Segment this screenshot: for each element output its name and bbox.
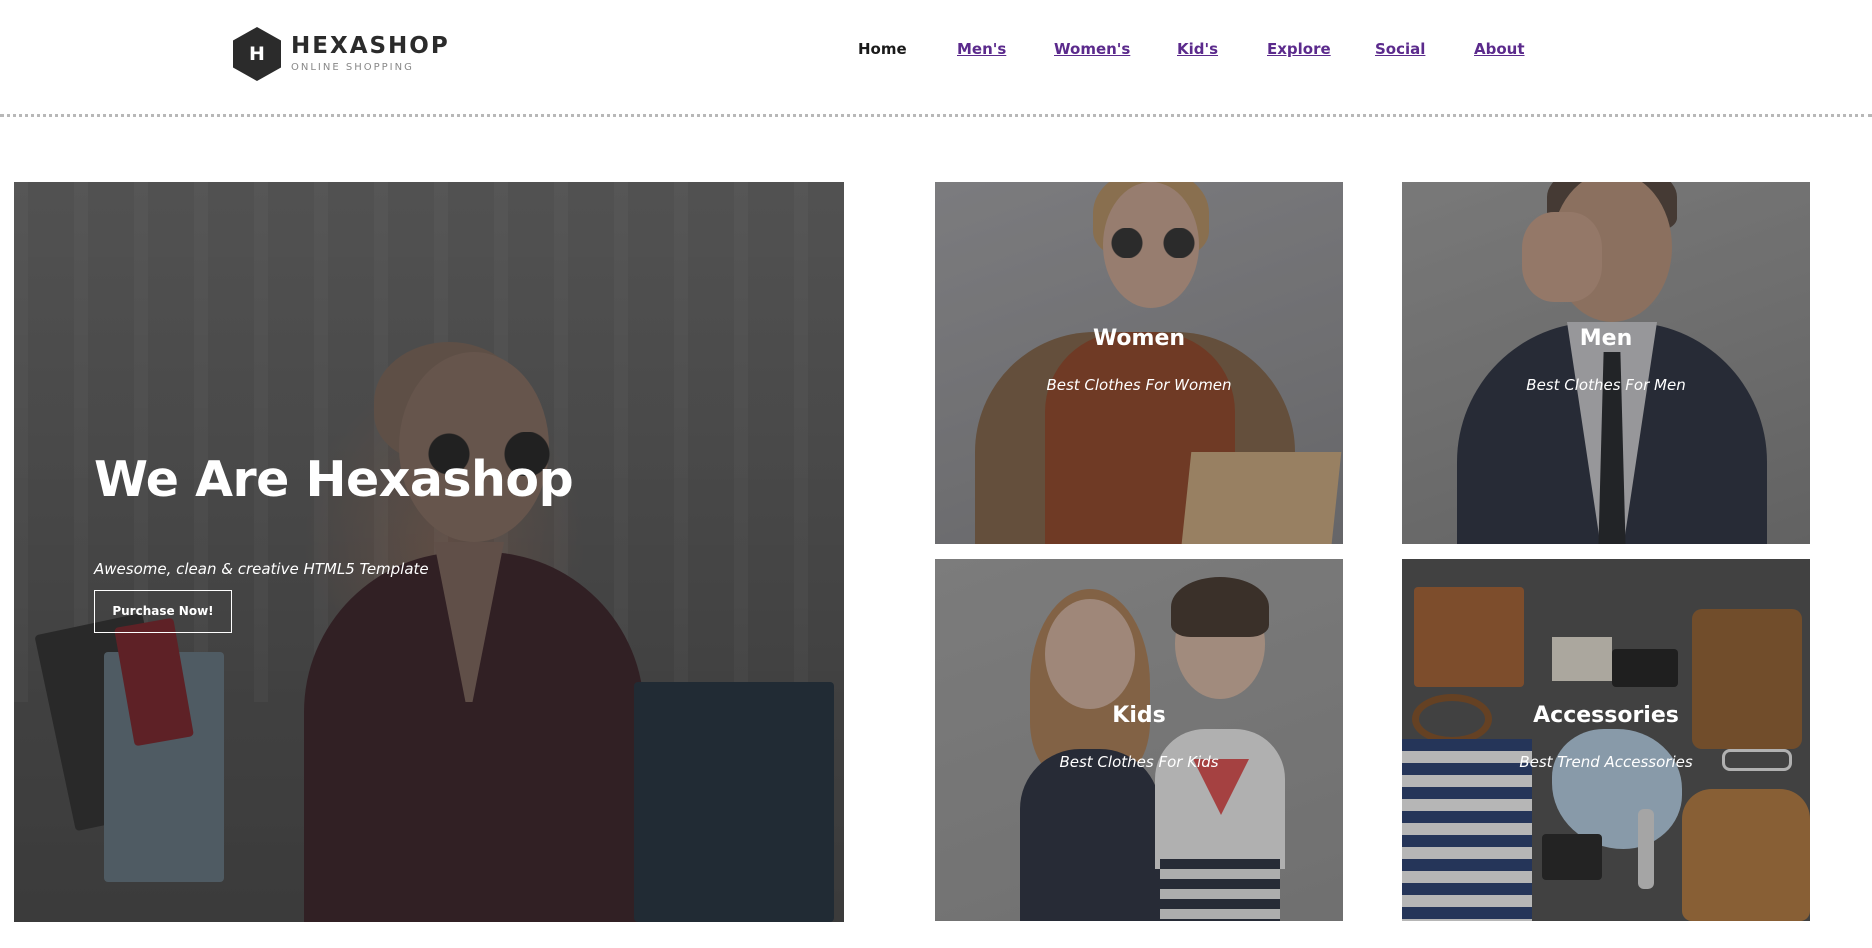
category-subtitle: Best Clothes For Kids [1059,753,1219,771]
category-title: Accessories [1533,703,1679,728]
site-header: H HEXASHOP ONLINE SHOPPING Home Men's Wo… [0,0,1872,117]
hero-banner: We Are Hexashop Awesome, clean & creativ… [14,182,844,922]
nav-kids[interactable]: Kid's [1177,40,1218,58]
category-tile-men[interactable]: Men Best Clothes For Men [1402,182,1810,544]
nav-explore[interactable]: Explore [1267,40,1331,58]
category-title: Women [1092,326,1186,351]
category-subtitle: Best Clothes For Women [1046,376,1232,394]
tile-overlay [935,182,1343,544]
nav-mens[interactable]: Men's [957,40,1006,58]
tile-overlay [1402,559,1810,921]
purchase-now-button[interactable]: Purchase Now! [94,590,232,633]
category-title: Kids [1112,703,1166,728]
nav-womens[interactable]: Women's [1054,40,1130,58]
category-title: Men [1579,326,1633,351]
main-nav: Home Men's Women's Kid's Explore Social … [0,40,1872,62]
hero-title: We Are Hexashop [94,451,574,508]
category-tile-kids[interactable]: Kids Best Clothes For Kids [935,559,1343,921]
tile-overlay [935,559,1343,921]
brand-tagline: ONLINE SHOPPING [291,62,414,73]
nav-social[interactable]: Social [1375,40,1425,58]
tile-overlay [1402,182,1810,544]
nav-home[interactable]: Home [858,40,907,58]
category-tile-accessories[interactable]: Accessories Best Trend Accessories [1402,559,1810,921]
hero-subtitle: Awesome, clean & creative HTML5 Template [94,560,429,578]
header-divider [0,114,1872,117]
hero-content: We Are Hexashop Awesome, clean & creativ… [94,450,794,633]
category-tile-women[interactable]: Women Best Clothes For Women [935,182,1343,544]
category-subtitle: Best Trend Accessories [1519,753,1693,771]
category-subtitle: Best Clothes For Men [1526,376,1686,394]
nav-about[interactable]: About [1474,40,1525,58]
